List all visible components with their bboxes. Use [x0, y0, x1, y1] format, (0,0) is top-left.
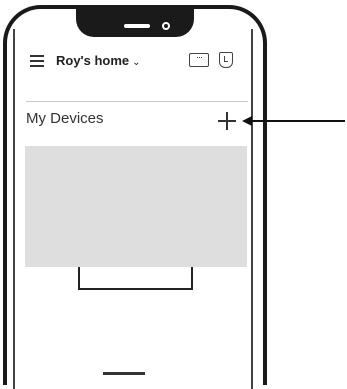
plus-icon-vertical [226, 112, 228, 130]
chat-bubble-icon[interactable]: ··· [189, 53, 209, 67]
home-title: Roy's home [56, 53, 130, 68]
chat-dots: ··· [196, 52, 203, 62]
section-title: My Devices [26, 110, 104, 127]
add-device-button[interactable] [216, 111, 238, 133]
home-selector[interactable]: Roy's home ⌄ [56, 53, 141, 68]
shield-icon[interactable] [219, 52, 233, 68]
hamburger-menu-icon[interactable] [30, 55, 44, 67]
card-bracket [78, 267, 193, 290]
home-indicator [103, 372, 145, 375]
arrow-pointing-left-icon [242, 116, 345, 126]
speaker-grille [124, 24, 150, 28]
app-header: Roy's home ⌄ ··· [28, 51, 240, 71]
device-card-placeholder[interactable] [25, 146, 247, 267]
chevron-down-icon: ⌄ [132, 57, 141, 68]
header-divider [26, 101, 248, 102]
